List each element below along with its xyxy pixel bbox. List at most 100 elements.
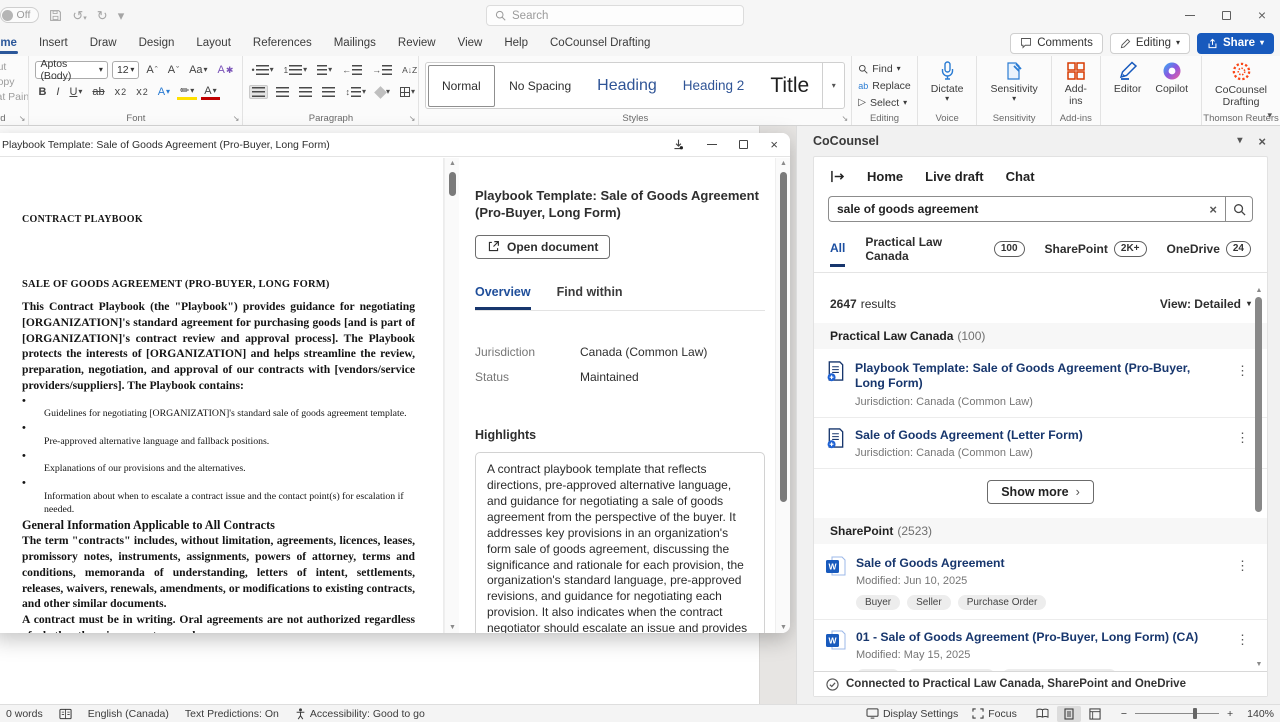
font-dialog-launcher-icon[interactable]: ↘ <box>233 114 240 123</box>
preview-maximize-button[interactable] <box>739 140 748 149</box>
subscript-button[interactable]: x2 <box>112 86 130 98</box>
scroll-up-icon[interactable]: ▲ <box>776 160 790 167</box>
accessibility-status[interactable]: Accessibility: Good to go <box>295 708 425 720</box>
align-center-icon[interactable] <box>274 86 291 98</box>
print-layout-icon[interactable] <box>1057 706 1081 722</box>
open-document-button[interactable]: Open document <box>475 235 610 259</box>
copy-button[interactable]: Copy <box>0 76 29 88</box>
styles-dialog-launcher-icon[interactable]: ↘ <box>842 114 849 123</box>
result-more-options-icon[interactable]: ⋮ <box>1232 630 1253 650</box>
search-input[interactable]: sale of goods agreement × <box>828 196 1225 222</box>
scroll-up-icon[interactable]: ▲ <box>445 160 460 167</box>
style-no-spacing[interactable]: No Spacing <box>496 63 584 108</box>
scroll-down-icon[interactable]: ▼ <box>1254 661 1264 668</box>
nav-live-draft[interactable]: Live draft <box>925 169 984 184</box>
word-count[interactable]: 0 words <box>6 708 43 720</box>
style-normal[interactable]: Normal <box>428 65 495 107</box>
results-scrollbar[interactable]: ▲ ▼ <box>1254 287 1264 668</box>
preview-minimize-button[interactable] <box>707 144 717 145</box>
italic-button[interactable]: I <box>53 86 62 98</box>
select-button[interactable]: ▷ Select▾ <box>858 94 911 111</box>
details-scrollbar[interactable]: ▲ ▼ <box>775 158 790 633</box>
undo-icon[interactable]: ↺▾ <box>72 9 86 22</box>
tab-cocounsel-drafting[interactable]: CoCounsel Drafting <box>539 33 661 54</box>
replace-button[interactable]: ab Replace <box>858 78 911 95</box>
tab-help[interactable]: Help <box>493 33 539 54</box>
pane-chevron-down-icon[interactable]: ▾ <box>1237 136 1242 146</box>
zoom-level[interactable]: 140% <box>1247 708 1274 720</box>
language-selector[interactable]: English (Canada) <box>88 708 169 720</box>
highlight-color-icon[interactable]: ✏▾ <box>177 84 197 100</box>
result-title[interactable]: Playbook Template: Sale of Goods Agreeme… <box>855 361 1222 392</box>
filter-sharepoint[interactable]: SharePoint2K+ <box>1045 241 1147 266</box>
cocounsel-drafting-button[interactable]: CoCounselDrafting <box>1208 59 1274 108</box>
tab-review[interactable]: Review <box>387 33 447 54</box>
proofing-status-icon[interactable] <box>59 708 72 720</box>
read-mode-icon[interactable] <box>1031 706 1055 722</box>
filter-practical-law-canada[interactable]: Practical Law Canada100 <box>865 235 1024 272</box>
font-family-select[interactable]: Aptos (Body)▾ <box>35 61 108 79</box>
view-selector[interactable]: View: Detailed▾ <box>1160 297 1251 311</box>
borders-icon[interactable]: ▾ <box>398 86 417 98</box>
collapse-panel-icon[interactable] <box>830 170 845 183</box>
tab-design[interactable]: Design <box>128 33 186 54</box>
cut-button[interactable]: Cut <box>0 61 29 73</box>
style-title[interactable]: Title <box>757 63 822 108</box>
pane-close-icon[interactable]: × <box>1258 134 1266 149</box>
style-heading2[interactable]: Heading 2 <box>670 63 758 108</box>
result-more-options-icon[interactable]: ⋮ <box>1232 361 1253 381</box>
result-title[interactable]: Sale of Goods Agreement (Letter Form) <box>855 428 1222 443</box>
tab-find-within[interactable]: Find within <box>557 285 623 310</box>
decrease-indent-icon[interactable]: ← <box>340 64 364 76</box>
tab-view[interactable]: View <box>447 33 494 54</box>
dictate-button[interactable]: Dictate▾ <box>924 59 971 103</box>
line-spacing-icon[interactable]: ↕▾ <box>343 86 368 98</box>
justify-icon[interactable] <box>320 86 337 98</box>
tab-home[interactable]: Home <box>0 33 28 54</box>
shrink-font-icon[interactable]: Aˇ <box>165 64 182 76</box>
increase-indent-icon[interactable]: → <box>370 64 394 76</box>
align-right-icon[interactable] <box>297 86 314 98</box>
scroll-down-icon[interactable]: ▼ <box>445 624 460 631</box>
clipboard-dialog-launcher-icon[interactable]: ↘ <box>19 114 26 123</box>
paragraph-dialog-launcher-icon[interactable]: ↘ <box>409 114 416 123</box>
result-more-options-icon[interactable]: ⋮ <box>1232 556 1253 576</box>
copilot-button[interactable]: Copilot <box>1148 59 1195 95</box>
scroll-down-icon[interactable]: ▼ <box>776 624 790 631</box>
maximize-button[interactable] <box>1208 0 1244 30</box>
strikethrough-button[interactable]: ab <box>89 86 107 98</box>
result-more-options-icon[interactable]: ⋮ <box>1232 428 1253 448</box>
scrollbar-thumb[interactable] <box>1255 297 1262 512</box>
superscript-button[interactable]: x2 <box>133 86 151 98</box>
display-settings-button[interactable]: Display Settings <box>866 708 958 720</box>
nav-home[interactable]: Home <box>867 169 903 184</box>
clear-search-icon[interactable]: × <box>1209 202 1217 217</box>
style-heading[interactable]: Heading <box>584 63 670 108</box>
preview-scrollbar[interactable]: ▲ ▼ <box>444 158 459 633</box>
result-item[interactable]: W 01 - Sale of Goods Agreement (Pro-Buye… <box>814 620 1267 671</box>
scrollbar-thumb[interactable] <box>449 172 456 196</box>
tab-mailings[interactable]: Mailings <box>323 33 387 54</box>
filter-onedrive[interactable]: OneDrive24 <box>1167 241 1251 266</box>
minimize-button[interactable] <box>1172 0 1208 30</box>
redo-icon[interactable]: ↻ <box>97 9 108 22</box>
result-item[interactable]: Sale of Goods Agreement (Letter Form) Ju… <box>814 418 1267 469</box>
app-search-box[interactable]: Search <box>486 5 744 26</box>
editor-button[interactable]: Editor <box>1107 59 1148 95</box>
result-title[interactable]: 01 - Sale of Goods Agreement (Pro-Buyer,… <box>856 630 1222 645</box>
align-left-icon[interactable] <box>249 85 268 99</box>
numbered-list-icon[interactable]: 1▾ <box>282 64 309 76</box>
change-case-icon[interactable]: Aa▾ <box>186 64 210 76</box>
result-item[interactable]: W Sale of Goods Agreement Modified: Jun … <box>814 546 1267 620</box>
scroll-up-icon[interactable]: ▲ <box>1254 287 1264 294</box>
collapse-ribbon-icon[interactable]: ▾ <box>1267 110 1272 121</box>
document-preview-pane[interactable]: CONTRACT PLAYBOOK SALE OF GOODS AGREEMEN… <box>0 158 444 633</box>
share-button[interactable]: Share▾ <box>1197 33 1274 54</box>
show-more-button[interactable]: Show more› <box>987 480 1094 504</box>
font-size-select[interactable]: 12▾ <box>112 61 139 79</box>
close-button[interactable]: × <box>1244 0 1280 30</box>
autosave-toggle[interactable]: AutoSave Off <box>0 7 39 23</box>
shading-icon[interactable]: ▾ <box>374 87 392 98</box>
scrollbar-thumb[interactable] <box>780 172 787 502</box>
bullet-list-icon[interactable]: •▾ <box>249 64 275 76</box>
